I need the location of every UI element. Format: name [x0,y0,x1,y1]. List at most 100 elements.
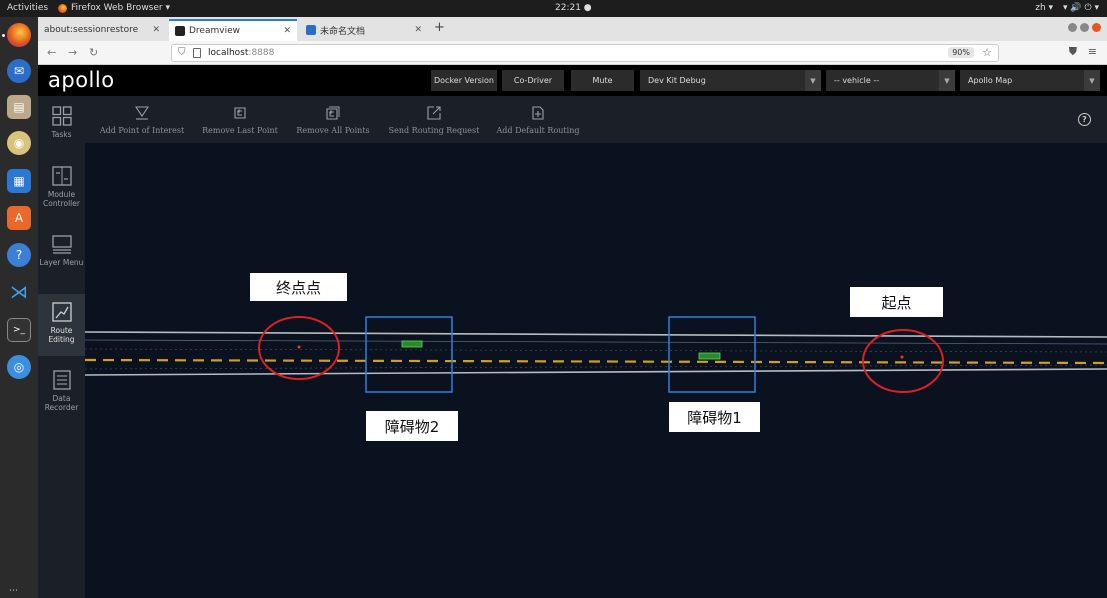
firefox-icon [58,3,67,13]
add-poi-icon [135,106,149,120]
files-dock-icon[interactable]: ▤ [7,95,31,119]
tracking-shield-icon[interactable]: ⛉ [178,47,186,58]
side-nav-route-editing[interactable]: Route Editing [38,294,85,356]
running-indicator [2,34,5,37]
side-nav-module-controller[interactable]: Module Controller [38,166,85,224]
lane-line [85,339,1107,345]
chevron-down-icon: ▼ [1084,70,1100,91]
undo-icon [234,107,246,119]
obstacle-1-label: 障碍物1 [669,402,760,432]
thunderbird-dock-icon[interactable]: ✉ [7,59,31,83]
close-tab-icon[interactable]: ✕ [283,26,291,36]
vpn-dock-icon[interactable]: ◎ [7,355,31,379]
reload-icon[interactable]: ↻ [89,46,98,59]
dreamview-header: apollo Docker Version Co-Driver Mute Dev… [38,65,1107,96]
map-select[interactable]: Apollo Map ▼ [960,70,1100,91]
tab-session-restore[interactable]: about:sessionrestore ✕ [38,19,166,41]
firefox-dock-icon[interactable] [7,23,31,47]
docker-version-button[interactable]: Docker Version [431,70,497,91]
start-point-label: 起点 [850,287,943,317]
language-indicator[interactable]: zh ▾ [1035,3,1053,13]
dreamview-side-nav: Tasks Module Controller Layer Menu Route… [38,96,85,598]
start-point-marker[interactable] [900,355,904,359]
lane-center-line [85,358,1107,365]
end-point-marker[interactable] [297,345,301,349]
window-controls [1068,23,1101,32]
road-boundary-bottom [85,368,1107,376]
vehicle-select[interactable]: -- vehicle -- ▼ [826,70,955,91]
toolbar-label: Add Point of Interest [99,126,185,135]
mute-button[interactable]: Mute [571,70,634,91]
route-editing-icon [51,302,72,322]
vscode-dock-icon[interactable]: ⋊ [7,280,31,304]
pocket-icon[interactable]: ⛊ [1069,45,1077,59]
module-controller-icon [51,166,72,186]
url-bar[interactable]: ⛉ localhost:8888 90% ☆ [171,44,999,62]
bookmark-star-icon[interactable]: ☆ [982,46,992,59]
vehicle-select-value: -- vehicle -- [834,76,880,85]
obstacle-2-label: 障碍物2 [366,411,458,441]
application-dock: ✉ ▤ ◉ ▦ A ? ⋊ >_ ◎ ⋯ [0,17,38,598]
mode-select-value: Dev Kit Debug [648,76,706,85]
mode-select[interactable]: Dev Kit Debug ▼ [640,70,821,91]
tab-label: 未命名文档 [320,26,366,37]
toolbar-label: Send Routing Request [388,126,480,135]
browser-nav-bar: ← → ↻ ⛉ localhost:8888 90% ☆ ⛊ ≡ [38,41,1107,65]
obstacle-2-vehicle[interactable] [401,340,423,348]
new-tab-button[interactable]: + [434,20,445,35]
close-window-icon[interactable] [1092,23,1101,32]
software-center-dock-icon[interactable]: A [7,206,31,230]
side-nav-tasks[interactable]: Tasks [38,106,85,162]
co-driver-button[interactable]: Co-Driver [502,70,564,91]
side-nav-label: Data Recorder [44,394,79,412]
tab-label: Dreamview [189,26,240,36]
minimize-icon[interactable] [1068,23,1077,32]
hamburger-menu-icon[interactable]: ≡ [1088,45,1097,58]
clock[interactable]: 22:21 ● [555,3,592,13]
app-menu[interactable]: Firefox Web Browser ▾ [58,3,170,13]
lane-line [85,364,1107,370]
start-point-circle [862,329,944,393]
map-canvas[interactable]: 终点点 起点 障碍物2 障碍物1 [85,143,1107,598]
data-recorder-icon [52,370,71,390]
send-icon [427,106,441,120]
toolbar-label: Remove Last Point [202,126,278,135]
tab-dreamview[interactable]: Dreamview ✕ [169,19,297,41]
obstacle-2-box [365,316,453,393]
show-applications-icon[interactable]: ⋯ [9,586,19,596]
side-nav-label: Layer Menu [39,258,84,267]
back-icon[interactable]: ← [47,46,56,59]
zoom-level-badge[interactable]: 90% [948,47,974,58]
side-nav-data-recorder[interactable]: Data Recorder [38,370,85,422]
close-tab-icon[interactable]: ✕ [152,25,160,35]
terminal-dock-icon[interactable]: >_ [7,318,31,342]
chevron-down-icon: ▼ [939,70,955,91]
lane-line [85,348,1107,353]
side-nav-layer-menu[interactable]: Layer Menu [38,234,85,286]
end-point-label: 终点点 [250,273,347,301]
add-point-of-interest-button[interactable]: Add Point of Interest [97,96,187,143]
rhythmbox-dock-icon[interactable]: ◉ [7,131,31,155]
toolbar-label: Add Default Routing [496,126,580,135]
remove-all-points-button[interactable]: Remove All Points [293,96,373,143]
remove-last-point-button[interactable]: Remove Last Point [199,96,281,143]
help-dock-icon[interactable]: ? [7,243,31,267]
obstacle-1-vehicle[interactable] [698,352,721,360]
close-tab-icon[interactable]: ✕ [414,25,422,35]
forward-icon[interactable]: → [68,46,77,59]
tab-untitled-document[interactable]: 未命名文档 ✕ [300,19,428,41]
help-icon[interactable]: ? [1078,113,1091,126]
system-tray[interactable]: ▾ 🔊 ⏻ ▾ [1063,3,1099,13]
writer-dock-icon[interactable]: ▦ [7,169,31,193]
send-routing-request-button[interactable]: Send Routing Request [385,96,483,143]
add-default-routing-button[interactable]: Add Default Routing [494,96,582,143]
layer-menu-icon [51,235,72,254]
activities-button[interactable]: Activities [7,3,48,13]
system-top-bar: Activities Firefox Web Browser ▾ 22:21 ●… [0,0,1107,17]
page-info-icon[interactable] [193,48,201,58]
maximize-icon[interactable] [1080,23,1089,32]
browser-tab-bar: about:sessionrestore ✕ Dreamview ✕ 未命名文档… [38,17,1107,41]
url-host: localhost [208,48,249,58]
app-menu-label: Firefox Web Browser ▾ [71,3,170,13]
remove-all-icon [326,106,340,120]
